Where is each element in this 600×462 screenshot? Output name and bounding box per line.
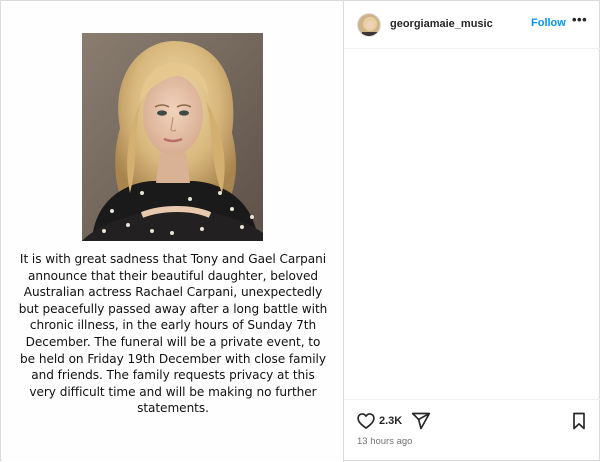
bookmark-icon[interactable] (570, 411, 588, 431)
avatar[interactable] (357, 13, 381, 37)
post-side-panel: georgiamaie_music Follow ••• 2.3K 13 hou… (344, 1, 600, 462)
heart-icon[interactable] (356, 411, 376, 431)
post-timestamp: 13 hours ago (357, 436, 413, 447)
post-actions: 2.3K 13 hours ago (344, 399, 600, 462)
like-count[interactable]: 2.3K (379, 415, 402, 427)
post-header: georgiamaie_music Follow ••• (344, 1, 600, 49)
comments-area (344, 49, 600, 399)
username-link[interactable]: georgiamaie_music (390, 18, 493, 30)
post-media: It is with great sadness that Tony and G… (2, 2, 343, 461)
portrait-image (82, 33, 263, 241)
more-options-icon[interactable]: ••• (572, 13, 588, 30)
share-icon[interactable] (411, 411, 431, 431)
post-caption: It is with great sadness that Tony and G… (18, 252, 328, 416)
follow-button[interactable]: Follow (531, 17, 566, 29)
post-dialog: It is with great sadness that Tony and G… (0, 0, 600, 462)
post-photo[interactable] (82, 33, 263, 241)
avatar-image (358, 14, 380, 36)
